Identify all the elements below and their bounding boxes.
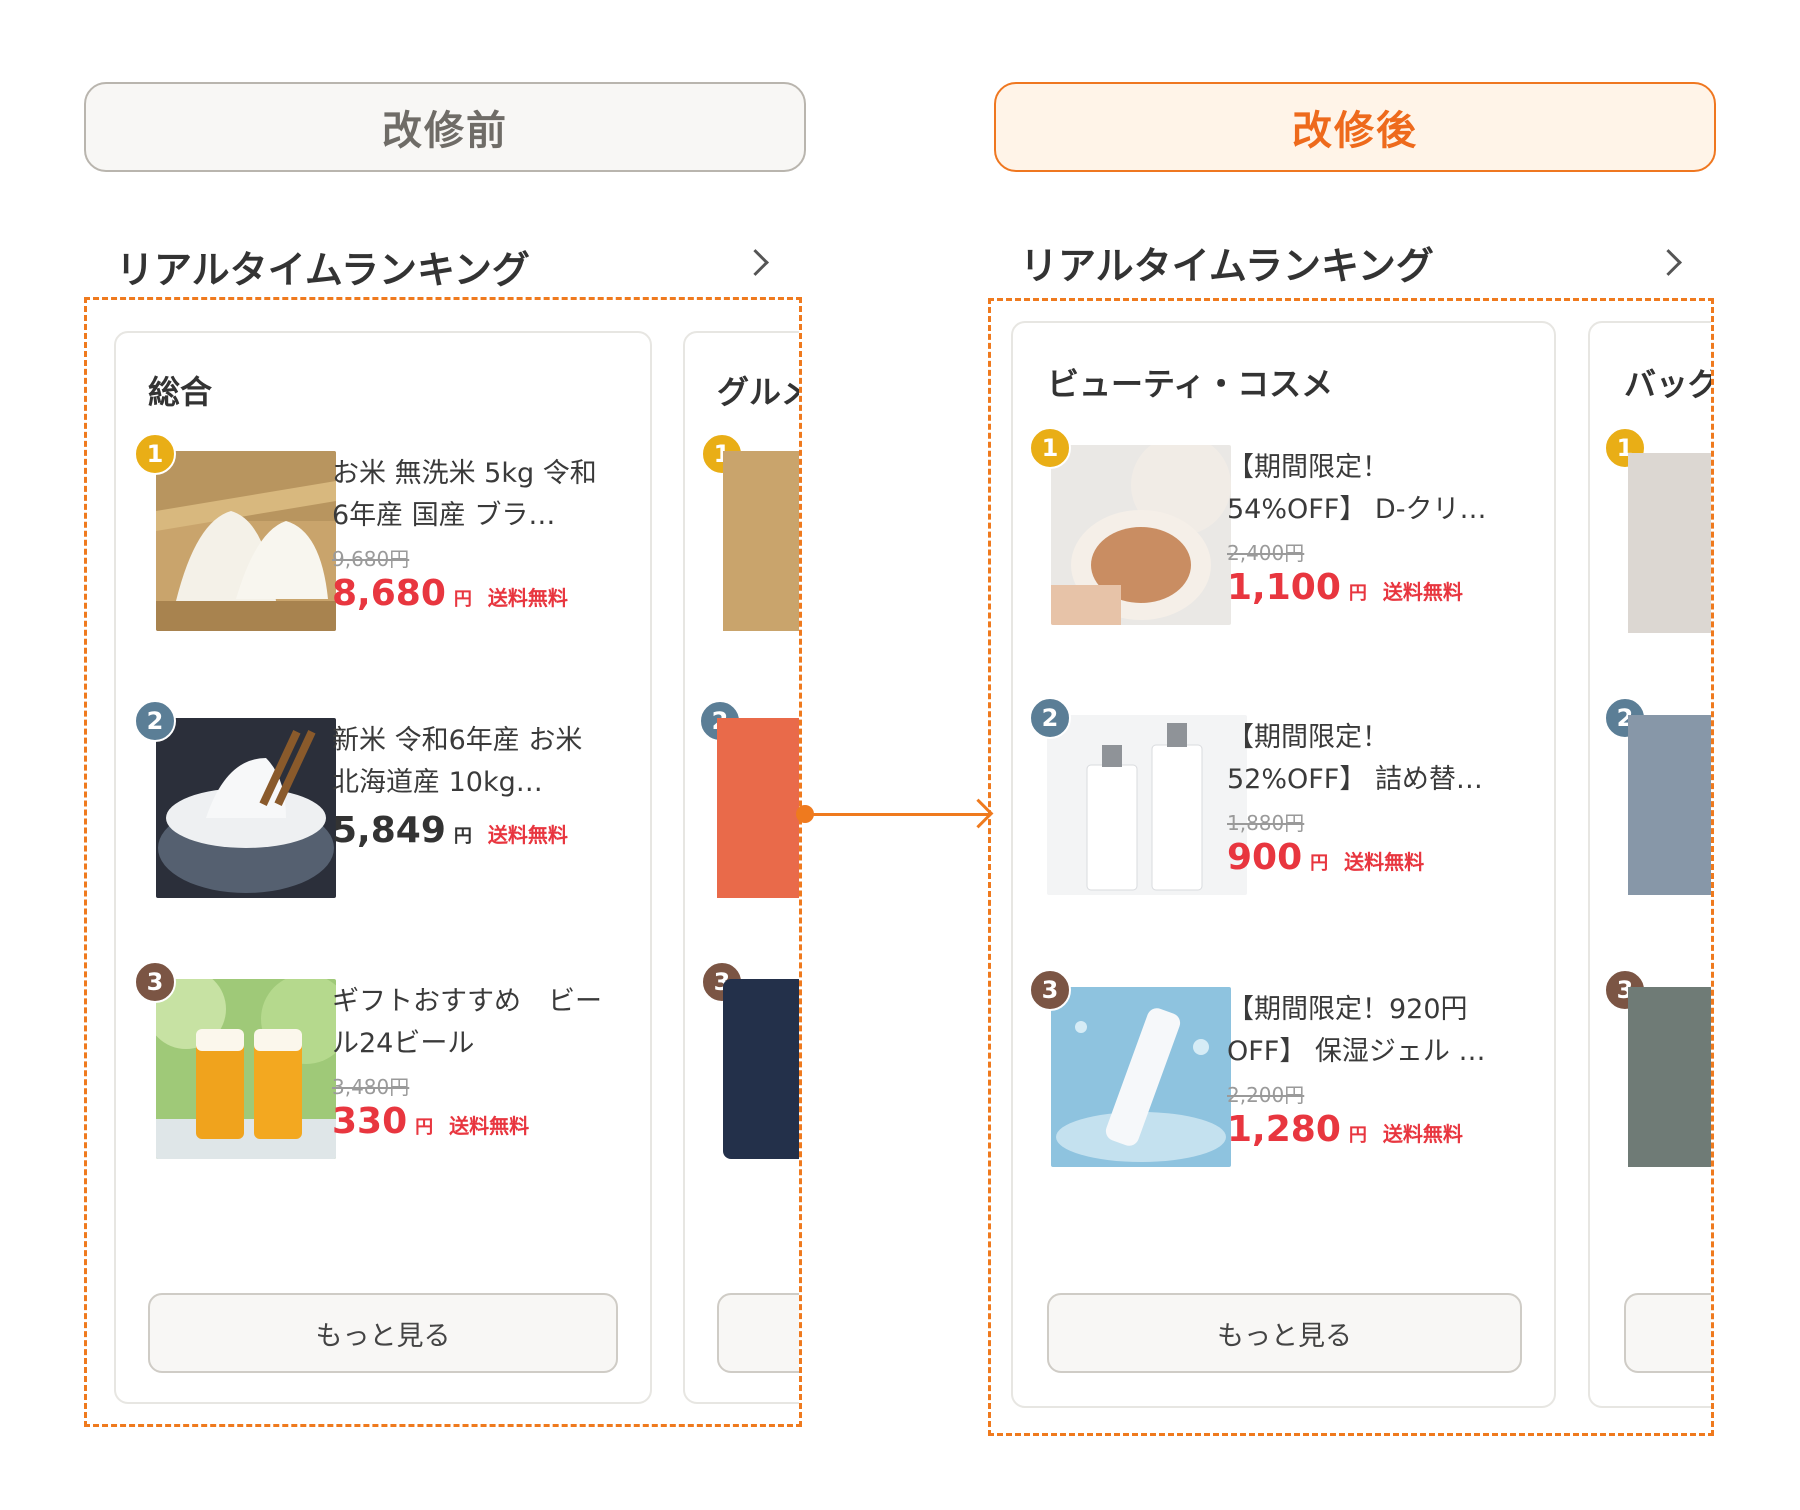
arrow-start-dot bbox=[796, 805, 814, 823]
chevron-right-icon[interactable] bbox=[744, 243, 770, 283]
product-name[interactable]: 【期間限定！920円OFF】 保湿ジェル … bbox=[1227, 989, 1497, 1073]
ranking-card-general: 総合 1 お米 無洗米 5kg 令和6年産 国産 ブラ… 9,680円 8,68… bbox=[114, 331, 652, 1404]
section-title: リアルタイムランキング bbox=[116, 248, 530, 292]
card-title: バッグ bbox=[1624, 365, 1714, 403]
original-price: 2,200円 bbox=[1227, 1083, 1305, 1107]
yen-unit: 円 bbox=[1310, 853, 1329, 874]
rank-badge: 2 bbox=[134, 700, 176, 742]
see-more-button[interactable] bbox=[717, 1293, 799, 1373]
ranking-item[interactable]: 1 【期間限定！54%OFF】 D-クリ… 2,400円 1,100 円 送料無料 bbox=[1029, 427, 1509, 627]
rice-bowl-image[interactable] bbox=[156, 718, 336, 898]
original-price: 3,480円 bbox=[332, 1075, 410, 1099]
after-label: 改修後 bbox=[994, 82, 1716, 172]
gel-tube-splash-image[interactable] bbox=[1051, 987, 1231, 1167]
ranking-item[interactable]: 2 【期間限定！52%OFF】 詰め替… 1,880円 900 円 送料無料 bbox=[1029, 697, 1509, 897]
transition-arrow bbox=[804, 813, 990, 816]
salmon-image[interactable] bbox=[717, 718, 799, 898]
skin-lotion-bottles-image[interactable] bbox=[1047, 715, 1247, 895]
ranking-card-gourmet: グルメ 1 2 3 bbox=[683, 331, 799, 1404]
free-shipping-label: 送料無料 bbox=[449, 1114, 530, 1138]
ranking-card-beauty: ビューティ・コスメ 1 【期間限定！54%OFF】 D-クリ… 2,400円 1… bbox=[1011, 321, 1556, 1408]
rank-badge: 1 bbox=[1029, 427, 1071, 469]
after-panel: リアルタイムランキング ビューティ・コスメ 1 【期間限定！54%OFF】 D-… bbox=[985, 185, 1715, 1465]
see-more-button[interactable]: もっと見る bbox=[1047, 1293, 1522, 1373]
section-title: リアルタイムランキング bbox=[1020, 244, 1434, 288]
yen-unit: 円 bbox=[1348, 583, 1367, 604]
beer-image[interactable] bbox=[156, 979, 336, 1159]
free-shipping-label: 送料無料 bbox=[1382, 580, 1463, 604]
original-price: 9,680円 bbox=[332, 547, 410, 571]
sale-price: 1,100 bbox=[1227, 567, 1341, 608]
rank-badge: 3 bbox=[1029, 969, 1071, 1011]
rank-badge: 3 bbox=[134, 961, 176, 1003]
yen-unit: 円 bbox=[415, 1117, 434, 1138]
original-price: 2,400円 bbox=[1227, 541, 1305, 565]
free-shipping-label: 送料無料 bbox=[1344, 850, 1425, 874]
ranking-item[interactable]: 3 ギフトおすすめ ビール24ビール 3,480円 330 円 送料無料 bbox=[134, 961, 614, 1161]
ranking-carousel[interactable]: ビューティ・コスメ 1 【期間限定！54%OFF】 D-クリ… 2,400円 1… bbox=[988, 298, 1714, 1436]
wallet-image[interactable] bbox=[1628, 715, 1711, 895]
card-title: 総合 bbox=[148, 373, 213, 411]
see-more-button[interactable]: もっと見る bbox=[148, 1293, 618, 1373]
ranking-card-bags: バッグ 1 2 3 bbox=[1588, 321, 1714, 1408]
yen-unit: 円 bbox=[1348, 1125, 1367, 1146]
cushion-compact-image[interactable] bbox=[1051, 445, 1231, 625]
sale-price: 1,280 bbox=[1227, 1109, 1341, 1150]
free-shipping-label: 送料無料 bbox=[1382, 1122, 1463, 1146]
product-name[interactable]: 【期間限定！52%OFF】 詰め替… bbox=[1227, 717, 1497, 801]
product-name[interactable]: お米 無洗米 5kg 令和6年産 国産 ブラ… bbox=[332, 453, 602, 537]
cap-image[interactable] bbox=[1628, 453, 1711, 633]
ranking-item[interactable]: 2 新米 令和6年産 お米 北海道産 10kg… 5,849 円 送料無料 bbox=[134, 700, 614, 900]
sale-price: 5,849 bbox=[332, 810, 446, 851]
crab-image[interactable] bbox=[723, 979, 799, 1159]
see-more-button[interactable] bbox=[1624, 1293, 1711, 1373]
card-title: グルメ bbox=[717, 373, 799, 411]
original-price: 1,880円 bbox=[1227, 811, 1305, 835]
rank-badge: 2 bbox=[1029, 697, 1071, 739]
before-panel: リアルタイムランキング 総合 1 お米 無洗米 5kg 令和6年産 国産 ブラ…… bbox=[84, 185, 814, 1465]
free-shipping-label: 送料無料 bbox=[487, 586, 568, 610]
yen-unit: 円 bbox=[453, 826, 472, 847]
ranking-item[interactable]: 3 【期間限定！920円OFF】 保湿ジェル … 2,200円 1,280 円 送… bbox=[1029, 969, 1509, 1169]
sale-price: 8,680 bbox=[332, 573, 446, 614]
card-case-image[interactable] bbox=[1628, 987, 1711, 1167]
sale-price: 900 bbox=[1227, 837, 1303, 878]
rank-badge: 1 bbox=[134, 433, 176, 475]
product-name[interactable]: 新米 令和6年産 お米 北海道産 10kg… bbox=[332, 720, 602, 804]
product-name[interactable]: ギフトおすすめ ビール24ビール bbox=[332, 981, 602, 1065]
rice-ball-image[interactable] bbox=[156, 451, 336, 631]
rice-ball-image[interactable] bbox=[723, 451, 799, 631]
product-name[interactable]: 【期間限定！54%OFF】 D-クリ… bbox=[1227, 447, 1497, 531]
ranking-carousel[interactable]: 総合 1 お米 無洗米 5kg 令和6年産 国産 ブラ… 9,680円 8,68… bbox=[84, 297, 802, 1427]
yen-unit: 円 bbox=[453, 589, 472, 610]
card-title: ビューティ・コスメ bbox=[1047, 365, 1334, 403]
sale-price: 330 bbox=[332, 1101, 408, 1142]
before-label: 改修前 bbox=[84, 82, 806, 172]
free-shipping-label: 送料無料 bbox=[487, 823, 568, 847]
ranking-item[interactable]: 1 お米 無洗米 5kg 令和6年産 国産 ブラ… 9,680円 8,680 円 … bbox=[134, 433, 614, 633]
chevron-right-icon[interactable] bbox=[1657, 243, 1683, 283]
